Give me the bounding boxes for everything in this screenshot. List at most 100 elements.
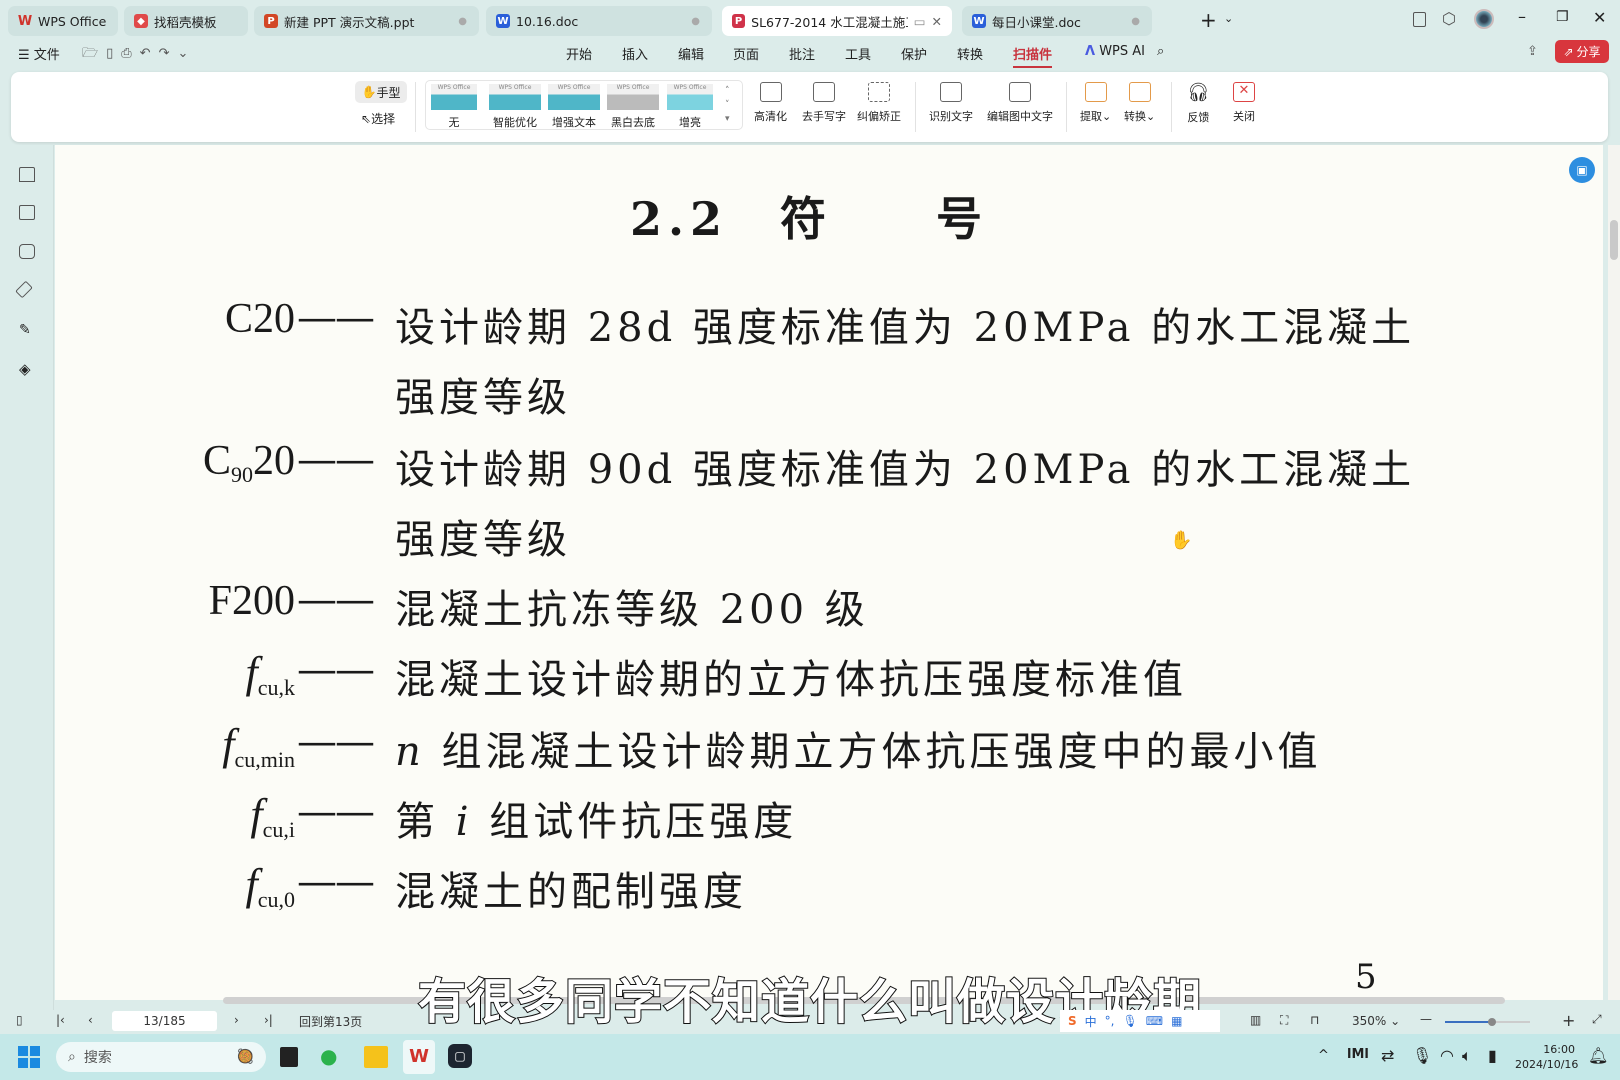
tab-ppt[interactable]: P 新建 PPT 演示文稿.ppt ● <box>254 6 479 36</box>
page-input[interactable]: 13/185 <box>112 1011 217 1031</box>
comment-icon[interactable] <box>19 244 35 259</box>
fullscreen-icon[interactable]: ⤢ <box>1592 1012 1602 1027</box>
menu-scan[interactable]: 扫描件 <box>1013 44 1053 68</box>
keyboard-icon: ⌨ <box>1145 1014 1164 1028</box>
search-icon[interactable]: ⌕ <box>1157 44 1164 59</box>
filter-smart[interactable]: WPS Office 智能优化 <box>489 84 541 130</box>
floating-translate-icon[interactable]: ▣ <box>1569 157 1595 183</box>
menu-edit[interactable]: 编辑 <box>678 44 704 63</box>
attachment-icon[interactable] <box>15 280 33 299</box>
bookmark-icon[interactable] <box>19 167 35 182</box>
fit-width-icon[interactable]: ⊓ <box>1310 1013 1319 1027</box>
tray-transfer-icon[interactable]: ⇄ <box>1381 1046 1394 1065</box>
symbol: C20 <box>224 296 295 342</box>
avatar[interactable] <box>1474 9 1494 29</box>
menu-convert[interactable]: 转换 <box>957 44 983 63</box>
ime-toolbar[interactable]: S 中 °, 🎙︎ ⌨ ▦ <box>1060 1010 1220 1032</box>
filter-enhance-text[interactable]: WPS Office 增强文本 <box>548 84 600 130</box>
select-tool-button[interactable]: ⇖选择 <box>361 110 395 127</box>
edit-image-text-button[interactable]: 编辑图中文字 <box>987 82 1053 124</box>
vertical-scrollbar[interactable] <box>1608 145 1620 1000</box>
first-page-icon[interactable]: |‹ <box>56 1013 65 1027</box>
wifi-icon[interactable]: ◠ <box>1440 1046 1454 1065</box>
taskbar-search[interactable]: ⌕ 搜索 🥘 <box>56 1042 266 1072</box>
menu-protect[interactable]: 保护 <box>901 44 927 63</box>
quick-access-icons[interactable]: 🗁▯⎙↶↷⌄ <box>82 44 196 66</box>
menu-start[interactable]: 开始 <box>566 44 592 63</box>
zoom-out-icon[interactable]: — <box>1420 1012 1432 1026</box>
filter-bw[interactable]: WPS Office 黑白去底 <box>607 84 659 130</box>
clock[interactable]: 16:00 2024/10/16 <box>1515 1042 1578 1072</box>
hand-tool-button[interactable]: ✋ 手型 <box>355 81 407 103</box>
convert-button[interactable]: 转换⌄ <box>1124 82 1155 124</box>
minimize-icon[interactable]: – <box>1518 7 1526 26</box>
select-label: 选择 <box>371 112 396 126</box>
tab-wps-office[interactable]: W WPS Office <box>8 6 118 36</box>
chevron-down-icon[interactable]: ⌄ <box>1224 12 1233 25</box>
filter-brighten[interactable]: WPS Office 增亮 <box>667 84 713 130</box>
layers-icon[interactable]: ◈ <box>19 360 35 378</box>
notification-bell-icon[interactable]: 🔔︎ <box>1588 1046 1608 1065</box>
remove-handwriting-button[interactable]: 去手写字 <box>802 82 846 124</box>
ocr-button[interactable]: 识别文字 <box>929 82 973 124</box>
filter-thumb: WPS Office <box>431 84 477 110</box>
prev-page-icon[interactable]: ‹ <box>88 1013 93 1027</box>
deskew-button[interactable]: 纠偏矫正 <box>857 82 901 124</box>
last-page-icon[interactable]: ›| <box>264 1013 273 1027</box>
wps-taskbar-icon[interactable]: W <box>403 1040 435 1074</box>
new-tab-plus-icon[interactable]: + <box>1200 8 1217 32</box>
menu-comment[interactable]: 批注 <box>789 44 815 63</box>
filter-thumb: WPS Office <box>607 84 659 110</box>
search-placeholder: 搜索 <box>83 1050 112 1066</box>
menu-tools[interactable]: 工具 <box>845 44 871 63</box>
extract-button[interactable]: 提取⌄ <box>1080 82 1111 124</box>
zoom-dropdown[interactable]: 350% ⌄ <box>1352 1014 1400 1028</box>
recorder-icon[interactable]: ▢ <box>448 1044 472 1068</box>
signature-icon[interactable]: ✎ <box>19 322 35 338</box>
tray-mic-icon[interactable]: 🎙︎ <box>1412 1046 1432 1065</box>
wps-ai-button[interactable]: Λ WPS AI <box>1085 44 1145 59</box>
close-scan-button[interactable]: ✕ 关闭 <box>1233 82 1255 124</box>
sidebar-toggle-icon[interactable]: ▯ <box>16 1013 23 1027</box>
single-page-icon[interactable]: ▥ <box>1250 1013 1261 1027</box>
feedback-button[interactable]: 🎧︎ 反馈 <box>1187 82 1210 125</box>
fit-page-icon[interactable]: ⛶ <box>1280 1013 1288 1028</box>
tray-app-icon[interactable]: lMl <box>1347 1047 1369 1062</box>
wechat-icon[interactable]: ● <box>320 1044 337 1068</box>
cloud-upload-icon[interactable]: ⇪ <box>1527 44 1538 59</box>
cube-icon[interactable]: ⬡ <box>1442 9 1456 28</box>
thumbnail-icon[interactable] <box>19 205 35 220</box>
tab-close-icon[interactable]: ✕ <box>932 14 942 29</box>
file-explorer-icon[interactable] <box>364 1046 388 1068</box>
filter-thumb: WPS Office <box>548 84 600 110</box>
ppt-icon: P <box>264 14 278 28</box>
tab-sl677-pdf[interactable]: P SL677-2014 水工混凝土施工 ▭ ✕ <box>722 6 952 36</box>
tray-chevron-icon[interactable]: ^ <box>1318 1048 1329 1063</box>
zoom-in-icon[interactable]: + <box>1562 1011 1575 1030</box>
close-window-icon[interactable]: ✕ <box>1593 8 1606 27</box>
windows-start-icon[interactable] <box>18 1046 40 1068</box>
menu-insert[interactable]: 插入 <box>622 44 648 63</box>
menu-page[interactable]: 页面 <box>733 44 759 63</box>
tab-docer[interactable]: ◆ 找稻壳模板 <box>124 6 248 36</box>
headset-icon: 🎧︎ <box>1187 82 1210 103</box>
back-to-page-link[interactable]: 回到第13页 <box>299 1013 362 1030</box>
filter-none[interactable]: WPS Office 无 <box>431 84 477 130</box>
tab-10-16-doc[interactable]: W 10.16.doc ● <box>486 6 712 36</box>
battery-icon[interactable]: ▮ <box>1488 1046 1497 1065</box>
file-menu[interactable]: ☰ 文件 <box>18 44 60 63</box>
volume-icon[interactable]: 🔈︎ <box>1462 1046 1472 1066</box>
zoom-slider[interactable] <box>1445 1018 1530 1026</box>
symbol-entry-c90-20: C9020 —— 设计龄期 90d 强度标准值为 20MPa 的水工混凝土 <box>55 437 1603 497</box>
tab-daily-doc[interactable]: W 每日小课堂.doc ● <box>962 6 1152 36</box>
task-view-icon[interactable] <box>280 1047 298 1067</box>
restore-icon[interactable]: ❐ <box>1556 9 1569 25</box>
gallery-scroll-icon[interactable]: ˄ ˅ ▾ <box>725 84 730 126</box>
window-mode-icon[interactable] <box>1413 12 1426 27</box>
scroll-thumb[interactable] <box>1610 220 1618 260</box>
pdf-icon: P <box>732 14 746 28</box>
share-button[interactable]: ⇗ 分享 <box>1555 40 1609 63</box>
next-page-icon[interactable]: › <box>234 1013 239 1027</box>
symbol: fcu,min <box>222 720 295 772</box>
hd-button[interactable]: 高清化 <box>754 82 787 124</box>
